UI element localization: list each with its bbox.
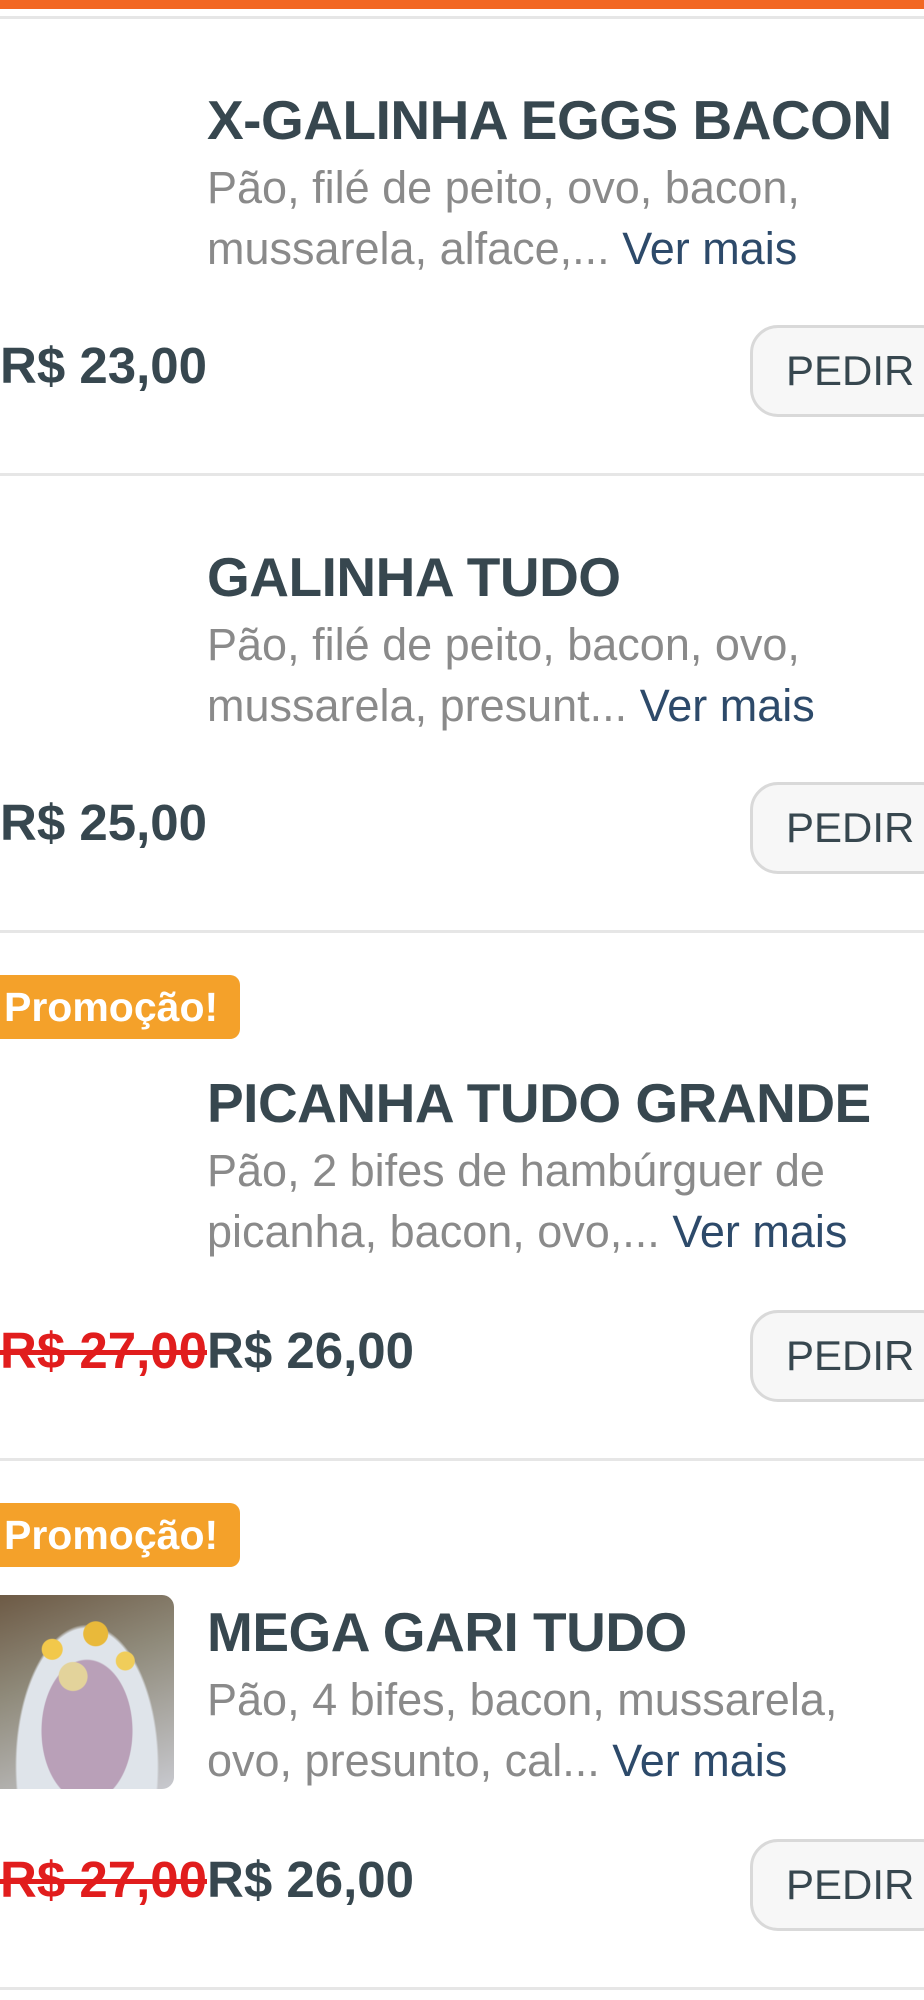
item-description: Pão, 2 bifes de hambúrguer de picanha, b… (207, 1140, 907, 1262)
order-button[interactable]: PEDIR (750, 1310, 924, 1402)
description-text: picanha, bacon, ovo,... (207, 1206, 673, 1257)
item-description: Pão, filé de peito, bacon, ovo, mussarel… (207, 614, 907, 736)
item-description: Pão, filé de peito, ovo, bacon, mussarel… (207, 157, 907, 279)
top-accent-bar (0, 0, 924, 9)
price-row: R$ 27,00R$ 26,00 (0, 1850, 414, 1920)
item-description: Pão, 4 bifes, bacon, mussarela, ovo, pre… (207, 1669, 907, 1791)
item-title[interactable]: MEGA GARI TUDO (207, 1600, 687, 1664)
price-row: R$ 25,00 (0, 793, 207, 863)
description-line: Pão, filé de peito, ovo, bacon, (207, 162, 800, 213)
promo-badge: Promoção! (0, 1503, 241, 1567)
see-more-link[interactable]: Ver mais (622, 223, 797, 274)
divider (0, 16, 924, 19)
price: R$ 26,00 (207, 1322, 414, 1379)
price: R$ 26,00 (207, 1851, 414, 1908)
order-button[interactable]: PEDIR (750, 782, 924, 874)
see-more-link[interactable]: Ver mais (672, 1206, 847, 1257)
divider (0, 930, 924, 933)
item-title[interactable]: PICANHA TUDO GRANDE (207, 1071, 871, 1135)
order-button[interactable]: PEDIR (750, 1839, 924, 1931)
price: R$ 23,00 (0, 337, 207, 394)
product-image[interactable] (0, 1595, 174, 1789)
see-more-link[interactable]: Ver mais (612, 1735, 787, 1786)
old-price: R$ 27,00 (0, 1322, 207, 1379)
description-text: ovo, presunto, cal... (207, 1735, 613, 1786)
description-text: mussarela, alface,... (207, 223, 623, 274)
description-line: Pão, 2 bifes de hambúrguer de (207, 1145, 825, 1196)
description-line: picanha, bacon, ovo,... Ver mais (207, 1201, 907, 1262)
old-price: R$ 27,00 (0, 1851, 207, 1908)
price-row: R$ 27,00R$ 26,00 (0, 1321, 414, 1391)
description-text: mussarela, presunt... (207, 680, 640, 731)
description-line: ovo, presunto, cal... Ver mais (207, 1730, 907, 1791)
promo-badge: Promoção! (0, 975, 241, 1039)
divider (0, 1458, 924, 1461)
divider (0, 473, 924, 476)
item-title[interactable]: X-GALINHA EGGS BACON (207, 88, 892, 152)
description-line: mussarela, alface,... Ver mais (207, 218, 907, 279)
item-title[interactable]: GALINHA TUDO (207, 545, 621, 609)
see-more-link[interactable]: Ver mais (640, 680, 815, 731)
price: R$ 25,00 (0, 794, 207, 851)
description-line: Pão, filé de peito, bacon, ovo, (207, 619, 800, 670)
order-button[interactable]: PEDIR (750, 325, 924, 417)
description-line: mussarela, presunt... Ver mais (207, 675, 907, 736)
description-line: Pão, 4 bifes, bacon, mussarela, (207, 1674, 838, 1725)
divider (0, 1987, 924, 1990)
price-row: R$ 23,00 (0, 336, 207, 406)
